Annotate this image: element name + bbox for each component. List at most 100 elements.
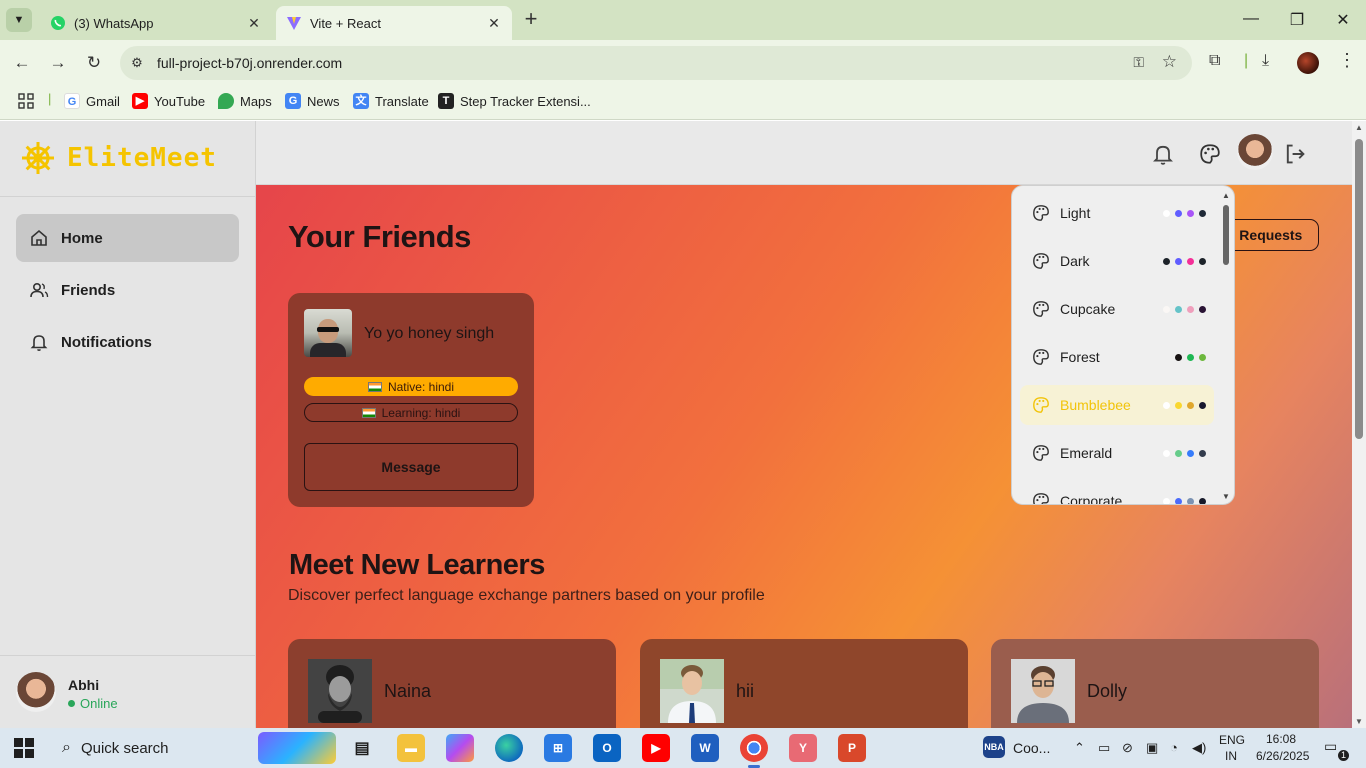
scroll-thumb[interactable] xyxy=(1223,205,1229,265)
bookmark-maps[interactable]: Maps xyxy=(218,93,272,109)
new-tab-button[interactable]: + xyxy=(520,8,542,32)
header-avatar[interactable] xyxy=(1237,134,1273,170)
color-swatch xyxy=(1175,209,1182,217)
powerpoint-icon[interactable]: P xyxy=(838,734,866,762)
weather-text[interactable]: Coo... xyxy=(1013,740,1050,756)
store-icon[interactable]: ⊞ xyxy=(544,734,572,762)
app-icon[interactable]: Y xyxy=(789,734,817,762)
clock-time[interactable]: 16:08 xyxy=(1266,732,1296,746)
address-bar[interactable]: ⚙ full-project-b70j.onrender.com ⚿ ☆ xyxy=(120,46,1192,80)
maps-icon xyxy=(218,93,234,109)
color-swatch xyxy=(1187,449,1194,457)
tab-whatsapp[interactable]: (3) WhatsApp ✕ xyxy=(40,6,272,40)
language-text[interactable]: ENG xyxy=(1219,733,1245,747)
sidebar-item-label: Friends xyxy=(61,281,116,299)
tab-vite-react[interactable]: Vite + React ✕ xyxy=(276,6,512,40)
region-text[interactable]: IN xyxy=(1225,749,1237,763)
camera-icon[interactable]: ▣ xyxy=(1146,740,1158,756)
theme-option-emerald[interactable]: Emerald xyxy=(1020,433,1214,473)
restore-icon[interactable]: ❐ xyxy=(1287,10,1307,30)
task-view-icon[interactable]: ▤ xyxy=(348,734,376,762)
bookmark-translate[interactable]: 文 Translate xyxy=(353,93,429,109)
network-off-icon[interactable]: ⊘ xyxy=(1122,740,1133,756)
page-scrollbar[interactable]: ▲ ▼ xyxy=(1352,121,1366,728)
avatar[interactable] xyxy=(16,672,56,712)
chrome-icon[interactable] xyxy=(740,734,768,768)
nba-weather-icon[interactable]: NBA xyxy=(983,736,1005,758)
sidebar-item-friends[interactable]: Friends xyxy=(16,266,239,314)
logo[interactable]: EliteMeet xyxy=(0,121,255,197)
bookmark-youtube[interactable]: ▶ YouTube xyxy=(132,93,205,109)
minimize-icon[interactable]: — xyxy=(1241,10,1261,28)
scroll-up-icon[interactable]: ▲ xyxy=(1221,191,1231,200)
theme-option-light[interactable]: Light xyxy=(1020,193,1214,233)
bookmark-step-tracker[interactable]: T Step Tracker Extensi... xyxy=(438,93,591,109)
close-window-icon[interactable]: ✕ xyxy=(1333,10,1353,30)
show-hidden-icons-chevron-icon[interactable]: ⌃ xyxy=(1074,740,1085,756)
bookmark-gmail[interactable]: G Gmail xyxy=(64,93,120,109)
battery-icon[interactable]: ▭ xyxy=(1098,740,1110,756)
chrome-menu-icon[interactable]: ⋮ xyxy=(1338,50,1356,71)
notifications-bell-icon[interactable] xyxy=(1150,141,1176,167)
learner-name: hii xyxy=(736,681,755,701)
logout-icon[interactable] xyxy=(1282,141,1308,167)
theme-dropdown-scrollbar[interactable]: ▲ ▼ xyxy=(1221,191,1231,501)
message-button[interactable]: Message xyxy=(304,443,518,491)
site-info-icon[interactable]: ⚙ xyxy=(128,54,146,72)
close-tab-icon[interactable]: ✕ xyxy=(486,15,502,32)
theme-option-cupcake[interactable]: Cupcake xyxy=(1020,289,1214,329)
file-explorer-icon[interactable]: ▬ xyxy=(397,734,425,762)
word-icon[interactable]: W xyxy=(691,734,719,762)
taskbar-search[interactable]: ⌕ Quick search xyxy=(52,732,336,764)
password-key-icon[interactable]: ⚿ xyxy=(1133,54,1144,71)
sidebar-item-notifications[interactable]: Notifications xyxy=(16,318,239,366)
copilot-icon[interactable] xyxy=(446,734,474,762)
color-swatch xyxy=(1199,353,1206,361)
bookmark-news[interactable]: G News xyxy=(285,93,340,109)
color-swatch xyxy=(1175,353,1182,361)
scroll-thumb[interactable] xyxy=(1355,139,1363,439)
theme-palette-icon[interactable] xyxy=(1197,141,1223,167)
sidebar-item-home[interactable]: Home xyxy=(16,214,239,262)
scroll-up-icon[interactable]: ▲ xyxy=(1352,123,1366,132)
news-icon: G xyxy=(285,93,301,109)
scroll-down-icon[interactable]: ▼ xyxy=(1221,492,1231,501)
tab-title: Vite + React xyxy=(310,15,381,31)
tab-search-chevron-icon[interactable]: ▼ xyxy=(6,8,32,32)
browser-profile-avatar[interactable] xyxy=(1297,52,1319,74)
theme-option-corporate[interactable]: Corporate xyxy=(1020,481,1214,504)
wifi-icon[interactable]: ◔ xyxy=(1170,740,1178,755)
reload-icon[interactable]: ↻ xyxy=(83,52,105,74)
theme-option-bumblebee[interactable]: Bumblebee xyxy=(1020,385,1214,425)
color-swatch xyxy=(1175,497,1182,504)
edge-icon[interactable] xyxy=(495,734,523,762)
vite-icon xyxy=(287,17,301,30)
bookmark-star-icon[interactable]: ☆ xyxy=(1162,52,1177,72)
color-swatch xyxy=(1163,401,1170,409)
theme-name: Forest xyxy=(1060,349,1100,365)
url-text[interactable]: full-project-b70j.onrender.com xyxy=(157,55,342,71)
browser-tab-strip: ▼ (3) WhatsApp ✕ Vite + React ✕ + — ❐ ✕ xyxy=(0,0,1366,40)
search-highlight-image[interactable] xyxy=(258,732,336,764)
step-tracker-icon: T xyxy=(438,93,454,109)
outlook-icon[interactable]: O xyxy=(593,734,621,762)
forward-icon[interactable]: → xyxy=(47,52,69,74)
windows-start-icon[interactable] xyxy=(14,738,34,758)
user-status: Online xyxy=(68,696,118,711)
notification-center-icon[interactable]: ▭ xyxy=(1324,738,1337,755)
user-name: Abhi xyxy=(68,677,100,693)
downloads-icon[interactable]: ⤓ xyxy=(1262,52,1269,70)
learner-card: Dolly xyxy=(991,639,1319,728)
clock-date[interactable]: 6/26/2025 xyxy=(1256,749,1309,763)
friends-heading: Your Friends xyxy=(288,219,471,254)
scroll-down-icon[interactable]: ▼ xyxy=(1352,717,1366,726)
back-icon[interactable]: ← xyxy=(11,52,33,74)
youtube-icon[interactable]: ▶ xyxy=(642,734,670,762)
theme-option-dark[interactable]: Dark xyxy=(1020,241,1214,281)
theme-option-forest[interactable]: Forest xyxy=(1020,337,1214,377)
extensions-icon[interactable]: ⧉ xyxy=(1209,52,1220,70)
apps-grid-icon[interactable] xyxy=(18,93,34,109)
bell-icon xyxy=(29,332,49,352)
close-tab-icon[interactable]: ✕ xyxy=(246,15,262,32)
volume-icon[interactable]: ◀) xyxy=(1192,740,1206,756)
